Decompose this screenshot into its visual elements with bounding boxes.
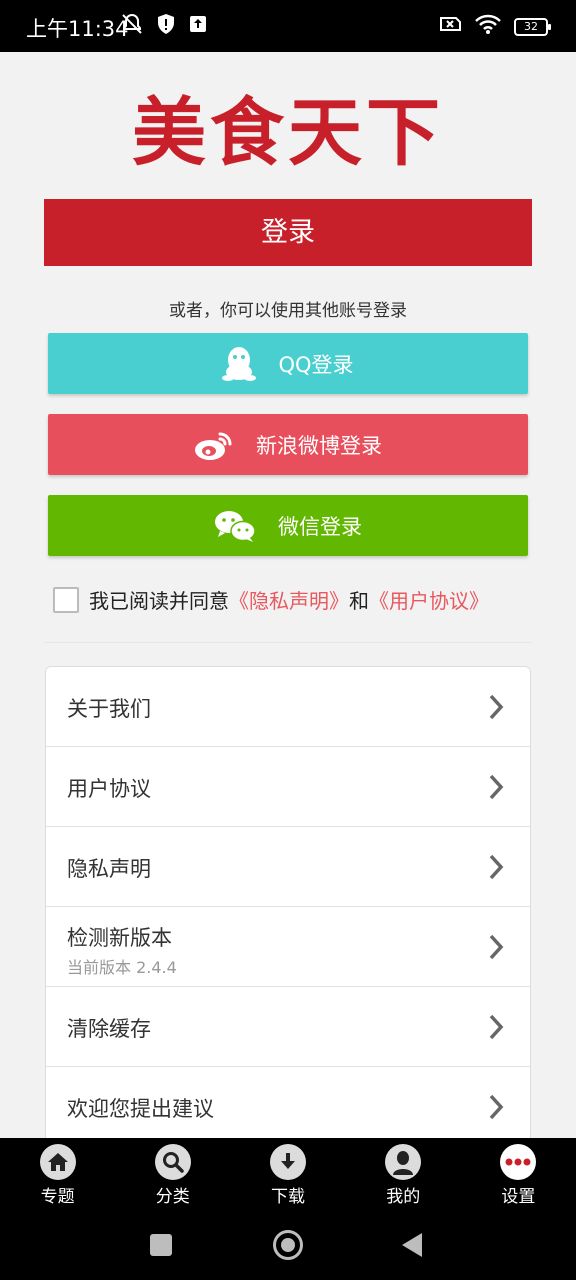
nav-label: 分类 (155, 1187, 190, 1207)
agreement-prefix: 我已阅读并同意 (89, 589, 229, 613)
bottom-nav: 专题 分类 下载 我的 设置 (0, 1138, 576, 1210)
menu-item-label: 检测新版本 (67, 926, 172, 950)
menu-item-clear-cache[interactable]: 清除缓存 (46, 987, 530, 1067)
weibo-icon (194, 428, 234, 462)
chevron-right-icon (488, 1013, 504, 1045)
chevron-right-icon (488, 693, 504, 725)
nav-item-category[interactable]: 分类 (115, 1138, 230, 1210)
back-icon[interactable] (402, 1233, 422, 1257)
wifi-icon (474, 12, 502, 38)
menu-item-terms[interactable]: 用户协议 (46, 747, 530, 827)
privacy-link[interactable]: 《隐私声明》 (229, 585, 349, 614)
chevron-right-icon (488, 933, 504, 965)
menu-item-check-update[interactable]: 检测新版本 当前版本 2.4.4 (46, 907, 530, 987)
wechat-login-button[interactable]: 微信登录 (48, 495, 528, 556)
alt-login-hint: 或者，你可以使用其他账号登录 (169, 301, 407, 321)
menu-item-label: 隐私声明 (67, 857, 151, 881)
menu-item-privacy[interactable]: 隐私声明 (46, 827, 530, 907)
menu-item-label: 清除缓存 (67, 1017, 151, 1041)
divider (44, 642, 532, 643)
search-icon (154, 1144, 191, 1180)
shield-alert-icon (156, 12, 176, 38)
nav-label: 我的 (386, 1187, 421, 1207)
chevron-right-icon (488, 773, 504, 805)
recents-icon[interactable] (150, 1234, 172, 1256)
login-button[interactable]: 登录 (44, 199, 532, 266)
nav-item-mine[interactable]: 我的 (346, 1138, 461, 1210)
download-icon (270, 1144, 306, 1180)
qq-login-label: QQ登录 (278, 352, 354, 377)
nav-label: 下载 (271, 1187, 305, 1207)
upload-icon (188, 12, 208, 38)
nav-item-topics[interactable]: 专题 (0, 1138, 115, 1210)
menu-item-label: 用户协议 (67, 777, 151, 801)
agreement-and: 和 (349, 589, 369, 613)
agreement-checkbox[interactable] (53, 586, 79, 613)
nav-label: 设置 (501, 1187, 536, 1207)
wechat-login-label: 微信登录 (278, 514, 362, 539)
settings-menu: 关于我们 用户协议 隐私声明 检测新版本 当前版本 2.4.4 清除缓存 欢迎您… (45, 666, 531, 1146)
menu-item-label: 欢迎您提出建议 (67, 1097, 214, 1121)
nav-item-download[interactable]: 下载 (230, 1138, 345, 1210)
more-icon (500, 1144, 537, 1180)
wechat-icon (214, 509, 256, 543)
system-nav-bar (0, 1210, 576, 1280)
status-time: 上午11:34 (26, 17, 129, 41)
notifications-off-icon (120, 12, 144, 38)
sim-x-icon (438, 12, 462, 38)
chevron-right-icon (488, 853, 504, 885)
terms-link[interactable]: 《用户协议》 (369, 585, 489, 614)
menu-item-label: 关于我们 (67, 697, 151, 721)
menu-item-feedback[interactable]: 欢迎您提出建议 (46, 1067, 530, 1145)
app-title: 美食天下 (132, 90, 444, 176)
current-version-text: 当前版本 2.4.4 (67, 958, 177, 977)
qq-icon (222, 345, 257, 383)
home-icon (39, 1144, 76, 1180)
weibo-login-label: 新浪微博登录 (256, 433, 382, 458)
nav-label: 专题 (40, 1187, 75, 1207)
battery-icon: 32 (514, 18, 551, 36)
user-icon (385, 1144, 422, 1180)
status-bar: 上午11:34 32 (0, 0, 576, 52)
home-button-icon[interactable] (273, 1230, 303, 1260)
menu-item-about[interactable]: 关于我们 (46, 667, 530, 747)
nav-item-settings[interactable]: 设置 (461, 1138, 576, 1210)
agreement-row: 我已阅读并同意 《隐私声明》 和 《用户协议》 (53, 585, 489, 614)
qq-login-button[interactable]: QQ登录 (48, 333, 528, 394)
chevron-right-icon (488, 1093, 504, 1125)
weibo-login-button[interactable]: 新浪微博登录 (48, 414, 528, 475)
